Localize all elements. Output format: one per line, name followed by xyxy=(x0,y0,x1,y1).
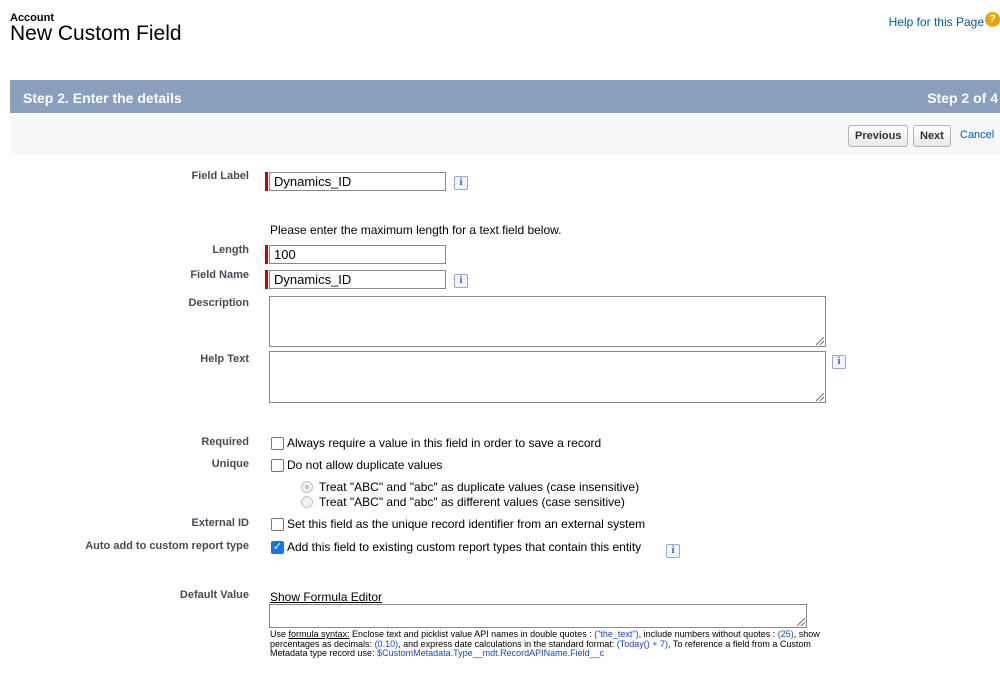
required-label: Required xyxy=(201,436,249,448)
cancel-link[interactable]: Cancel xyxy=(960,129,994,141)
required-indicator xyxy=(265,245,268,264)
case-insensitive-radio[interactable] xyxy=(301,481,313,493)
default-value-textarea[interactable] xyxy=(269,604,807,628)
auto-add-label: Auto add to custom report type xyxy=(85,540,249,552)
next-button[interactable]: Next xyxy=(913,125,951,147)
resize-grip-icon[interactable] xyxy=(816,337,824,345)
description-label: Description xyxy=(188,297,249,309)
auto-add-checkbox[interactable]: ✓ xyxy=(271,541,284,554)
info-icon[interactable]: i xyxy=(454,176,468,190)
form-area: Field Label i Please enter the maximum l… xyxy=(10,155,1000,681)
step-count: Step 2 of 4 xyxy=(927,90,998,106)
step-title: Step 2. Enter the details xyxy=(23,90,182,106)
help-text-textarea[interactable] xyxy=(269,351,826,403)
unique-checkbox-text: Do not allow duplicate values xyxy=(287,458,443,472)
info-icon[interactable]: i xyxy=(666,544,680,558)
required-checkbox[interactable] xyxy=(271,437,284,450)
case-sensitive-radio[interactable] xyxy=(301,496,313,508)
field-label-input[interactable] xyxy=(269,172,446,191)
external-id-checkbox[interactable] xyxy=(271,518,284,531)
help-icon[interactable]: ? xyxy=(985,12,1000,27)
field-name-input[interactable] xyxy=(269,270,446,289)
info-icon[interactable]: i xyxy=(454,274,468,288)
resize-grip-icon[interactable] xyxy=(797,618,805,626)
length-input[interactable] xyxy=(269,245,446,264)
required-indicator xyxy=(265,270,268,289)
page-title: New Custom Field xyxy=(10,22,182,45)
default-value-label: Default Value xyxy=(179,589,249,601)
info-icon[interactable]: i xyxy=(832,355,846,369)
formula-help-text: Use formula syntax: Enclose text and pic… xyxy=(270,629,820,658)
previous-button[interactable]: Previous xyxy=(848,125,909,147)
field-label-label: Field Label xyxy=(191,170,249,182)
required-checkbox-text: Always require a value in this field in … xyxy=(287,436,602,450)
field-name-label: Field Name xyxy=(190,269,249,281)
description-textarea[interactable] xyxy=(269,296,826,347)
formula-syntax-link[interactable]: formula syntax: xyxy=(289,629,350,639)
step-header: Step 2. Enter the details Step 2 of 4 xyxy=(10,80,1000,113)
external-id-checkbox-text: Set this field as the unique record iden… xyxy=(287,517,646,531)
required-indicator xyxy=(265,172,268,191)
help-text-label: Help Text xyxy=(200,353,249,365)
unique-checkbox[interactable] xyxy=(271,459,284,472)
auto-add-checkbox-text: Add this field to existing custom report… xyxy=(287,540,642,554)
case-insensitive-text: Treat "ABC" and "abc" as duplicate value… xyxy=(319,480,640,494)
external-id-label: External ID xyxy=(191,517,249,529)
case-sensitive-text: Treat "ABC" and "abc" as different value… xyxy=(319,495,625,509)
help-for-page-link[interactable]: Help for this Page xyxy=(889,15,984,29)
length-label: Length xyxy=(212,244,249,256)
button-bar: Previous Next Cancel xyxy=(10,113,1000,156)
length-hint: Please enter the maximum length for a te… xyxy=(270,223,562,237)
show-formula-editor-link[interactable]: Show Formula Editor xyxy=(270,590,382,604)
unique-label: Unique xyxy=(211,458,249,470)
resize-grip-icon[interactable] xyxy=(816,393,824,401)
